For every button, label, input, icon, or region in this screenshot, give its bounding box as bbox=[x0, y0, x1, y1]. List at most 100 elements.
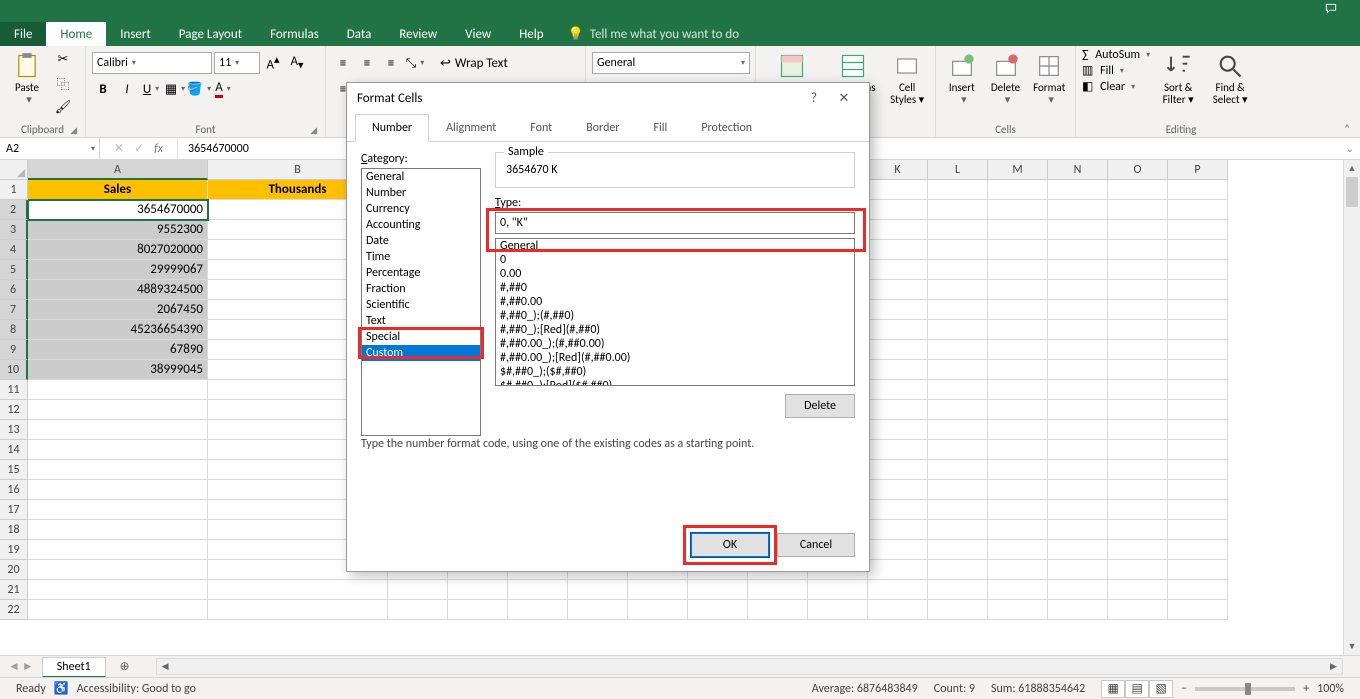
cell-E21[interactable] bbox=[508, 580, 568, 600]
dialog-tab-number[interactable]: Number bbox=[355, 114, 429, 142]
cell-L17[interactable] bbox=[928, 500, 988, 520]
cell-A17[interactable] bbox=[28, 500, 208, 520]
cell-N19[interactable] bbox=[1048, 540, 1108, 560]
cell-N13[interactable] bbox=[1048, 420, 1108, 440]
cell-A12[interactable] bbox=[28, 400, 208, 420]
cell-N11[interactable] bbox=[1048, 380, 1108, 400]
cell-L19[interactable] bbox=[928, 540, 988, 560]
cell-O17[interactable] bbox=[1108, 500, 1168, 520]
format-item[interactable]: #,##0_);[Red](#,##0) bbox=[496, 323, 854, 337]
cell-A18[interactable] bbox=[28, 520, 208, 540]
cell-N9[interactable] bbox=[1048, 340, 1108, 360]
increase-font-button[interactable]: A▴ bbox=[262, 52, 284, 74]
cell-P6[interactable] bbox=[1168, 280, 1228, 300]
ok-button[interactable]: OK bbox=[691, 533, 769, 557]
cut-button[interactable]: ✂ bbox=[52, 48, 74, 70]
format-painter-button[interactable]: 🖌 bbox=[52, 96, 74, 118]
cell-P4[interactable] bbox=[1168, 240, 1228, 260]
row-header-6[interactable]: 6 bbox=[0, 280, 28, 300]
type-input[interactable] bbox=[495, 212, 855, 234]
select-all-button[interactable] bbox=[0, 160, 28, 180]
cell-K13[interactable] bbox=[868, 420, 928, 440]
cell-L8[interactable] bbox=[928, 320, 988, 340]
cell-A6[interactable]: 4889324500 bbox=[28, 280, 208, 300]
font-launcher-icon[interactable]: ◢ bbox=[310, 125, 317, 136]
category-item-percentage[interactable]: Percentage bbox=[362, 265, 480, 281]
dialog-close-button[interactable]: ✕ bbox=[829, 91, 859, 106]
cell-N18[interactable] bbox=[1048, 520, 1108, 540]
cell-K20[interactable] bbox=[868, 560, 928, 580]
cell-L18[interactable] bbox=[928, 520, 988, 540]
row-header-10[interactable]: 10 bbox=[0, 360, 28, 380]
format-item[interactable]: #,##0.00_);[Red](#,##0.00) bbox=[496, 351, 854, 365]
tab-view[interactable]: View bbox=[451, 22, 505, 46]
fill-button[interactable]: ▥ Fill▾ bbox=[1082, 63, 1150, 78]
cell-A8[interactable]: 45236654390 bbox=[28, 320, 208, 340]
cell-N10[interactable] bbox=[1048, 360, 1108, 380]
row-header-4[interactable]: 4 bbox=[0, 240, 28, 260]
cell-M1[interactable] bbox=[988, 180, 1048, 200]
cell-A21[interactable] bbox=[28, 580, 208, 600]
col-header-A[interactable]: A bbox=[28, 160, 208, 180]
row-header-14[interactable]: 14 bbox=[0, 440, 28, 460]
cell-P15[interactable] bbox=[1168, 460, 1228, 480]
sort-filter-button[interactable]: Sort &Filter ▾ bbox=[1154, 48, 1202, 110]
cell-O4[interactable] bbox=[1108, 240, 1168, 260]
cell-O9[interactable] bbox=[1108, 340, 1168, 360]
row-header-16[interactable]: 16 bbox=[0, 480, 28, 500]
category-item-currency[interactable]: Currency bbox=[362, 201, 480, 217]
cell-N2[interactable] bbox=[1048, 200, 1108, 220]
cell-O10[interactable] bbox=[1108, 360, 1168, 380]
cell-L11[interactable] bbox=[928, 380, 988, 400]
row-header-5[interactable]: 5 bbox=[0, 260, 28, 280]
cell-P1[interactable] bbox=[1168, 180, 1228, 200]
tab-home[interactable]: Home bbox=[46, 22, 106, 46]
cell-M10[interactable] bbox=[988, 360, 1048, 380]
cell-P17[interactable] bbox=[1168, 500, 1228, 520]
col-header-O[interactable]: O bbox=[1108, 160, 1168, 180]
format-list[interactable]: General00.00#,##0#,##0.00#,##0_);(#,##0)… bbox=[495, 238, 855, 386]
cell-L9[interactable] bbox=[928, 340, 988, 360]
category-item-date[interactable]: Date bbox=[362, 233, 480, 249]
cell-K10[interactable] bbox=[868, 360, 928, 380]
cell-A9[interactable]: 67890 bbox=[28, 340, 208, 360]
cell-P10[interactable] bbox=[1168, 360, 1228, 380]
cell-L10[interactable] bbox=[928, 360, 988, 380]
row-header-15[interactable]: 15 bbox=[0, 460, 28, 480]
insert-cells-button[interactable]: Insert▾ bbox=[942, 48, 982, 110]
cell-A20[interactable] bbox=[28, 560, 208, 580]
row-header-22[interactable]: 22 bbox=[0, 600, 28, 620]
cell-K5[interactable] bbox=[868, 260, 928, 280]
cell-A15[interactable] bbox=[28, 460, 208, 480]
fx-icon[interactable]: fx bbox=[154, 142, 163, 156]
cell-H22[interactable] bbox=[688, 600, 748, 620]
cell-M4[interactable] bbox=[988, 240, 1048, 260]
cell-A4[interactable]: 8027020000 bbox=[28, 240, 208, 260]
cell-N7[interactable] bbox=[1048, 300, 1108, 320]
cell-M15[interactable] bbox=[988, 460, 1048, 480]
tab-page-layout[interactable]: Page Layout bbox=[165, 22, 256, 46]
row-header-18[interactable]: 18 bbox=[0, 520, 28, 540]
border-button[interactable]: ▦▾ bbox=[164, 78, 186, 100]
paste-button[interactable]: Paste▾ bbox=[6, 48, 48, 110]
zoom-slider[interactable] bbox=[1195, 687, 1295, 691]
cell-L15[interactable] bbox=[928, 460, 988, 480]
cell-L16[interactable] bbox=[928, 480, 988, 500]
font-color-button[interactable]: A▾ bbox=[212, 78, 234, 100]
cell-A3[interactable]: 9552300 bbox=[28, 220, 208, 240]
cell-K14[interactable] bbox=[868, 440, 928, 460]
format-item[interactable]: $#,##0_);($#,##0) bbox=[496, 365, 854, 379]
cell-K4[interactable] bbox=[868, 240, 928, 260]
cell-K6[interactable] bbox=[868, 280, 928, 300]
cell-M13[interactable] bbox=[988, 420, 1048, 440]
cell-M20[interactable] bbox=[988, 560, 1048, 580]
cell-N17[interactable] bbox=[1048, 500, 1108, 520]
italic-button[interactable]: I bbox=[116, 78, 138, 100]
cell-M18[interactable] bbox=[988, 520, 1048, 540]
cell-M7[interactable] bbox=[988, 300, 1048, 320]
cell-P18[interactable] bbox=[1168, 520, 1228, 540]
row-header-11[interactable]: 11 bbox=[0, 380, 28, 400]
category-item-custom[interactable]: Custom bbox=[362, 345, 480, 361]
cell-I21[interactable] bbox=[748, 580, 808, 600]
cell-L12[interactable] bbox=[928, 400, 988, 420]
